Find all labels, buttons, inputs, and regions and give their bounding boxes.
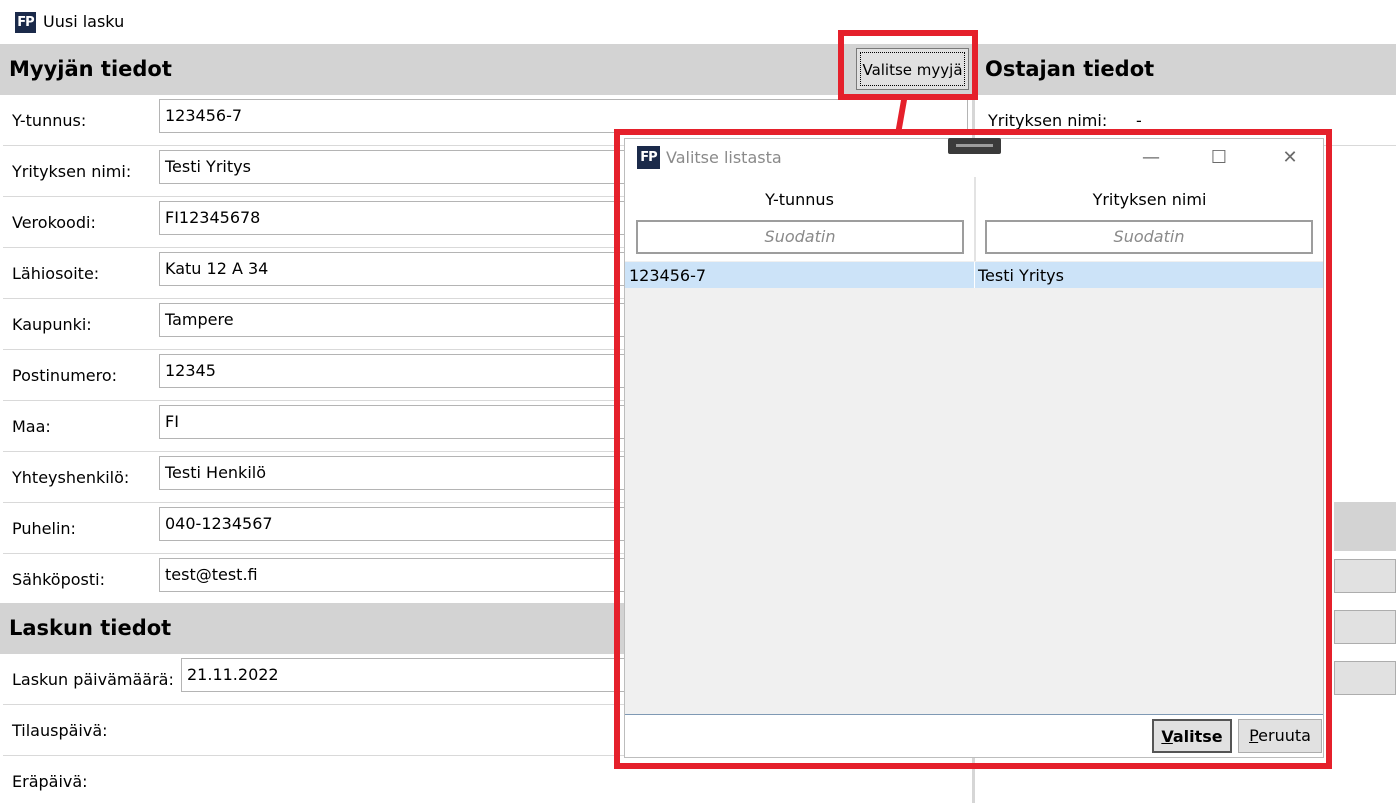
field-label: Yhteyshenkilö: <box>12 468 130 487</box>
window-titlebar: FP Uusi lasku <box>0 0 1396 44</box>
buyer-button-3[interactable] <box>1334 661 1396 695</box>
seller-header-title: Myyjän tiedot <box>9 57 172 81</box>
buyer-subsection-header <box>1334 502 1396 551</box>
field-label: Maa: <box>12 417 51 436</box>
field-label: Yrityksen nimi: <box>12 162 132 181</box>
field-label: Lähiosoite: <box>12 264 100 283</box>
field-label: Tilauspäivä: <box>12 721 108 740</box>
app-logo-icon: FP <box>15 12 36 33</box>
buyer-header-title: Ostajan tiedot <box>985 57 1155 81</box>
seller-section-header: Myyjän tiedot <box>0 44 972 95</box>
annotation-highlight-button <box>838 30 978 100</box>
field-label: Sähköposti: <box>12 570 105 589</box>
field-label: Laskun päivämäärä: <box>12 670 174 689</box>
field-label: Kaupunki: <box>12 315 92 334</box>
buyer-section-header: Ostajan tiedot <box>975 44 1396 95</box>
buyer-button-1[interactable] <box>1334 559 1396 593</box>
buyer-company-name-value: - <box>1136 111 1142 130</box>
field-label: Verokoodi: <box>12 213 96 232</box>
field-label: Eräpäivä: <box>12 772 88 791</box>
buyer-button-2[interactable] <box>1334 610 1396 644</box>
field-label: Y-tunnus: <box>12 111 87 130</box>
invoice-header-title: Laskun tiedot <box>9 616 172 640</box>
ytunnus-field[interactable]: 123456-7 <box>159 99 968 133</box>
field-label: Postinumero: <box>12 366 118 385</box>
field-label: Puhelin: <box>12 519 76 538</box>
annotation-highlight-dialog <box>614 129 1332 769</box>
field-label: Yrityksen nimi: <box>988 111 1108 130</box>
window-title: Uusi lasku <box>43 12 125 31</box>
